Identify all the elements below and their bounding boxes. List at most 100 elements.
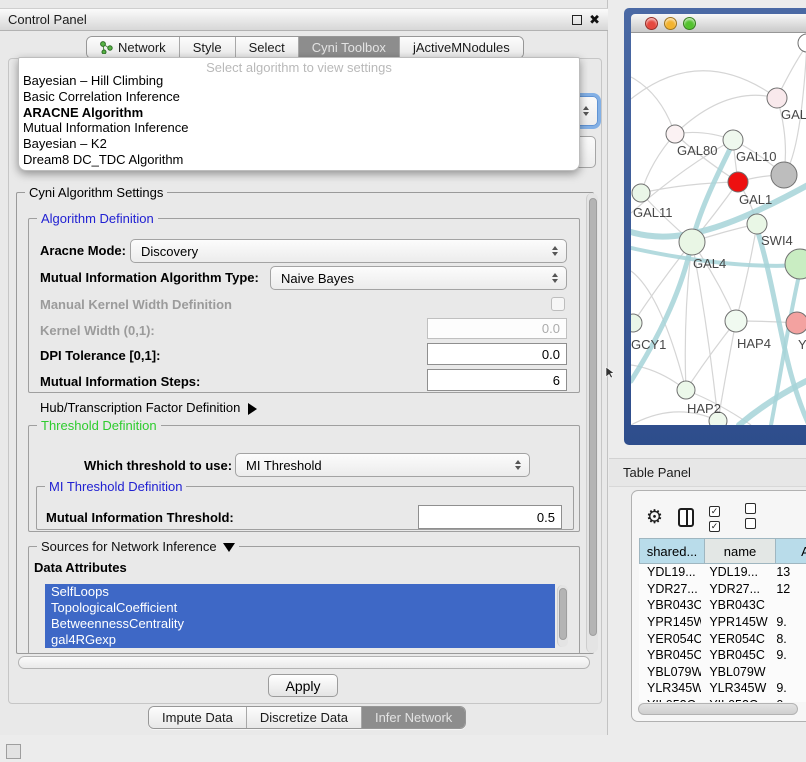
table-row[interactable]: YDL19...YDL19...13 <box>639 564 806 581</box>
bottom-tab-infer-network[interactable]: Infer Network <box>362 707 465 728</box>
mi-steps-field[interactable]: 6 <box>427 369 567 391</box>
column-header-3[interactable]: A <box>776 538 806 564</box>
network-edge[interactable] <box>641 134 675 193</box>
settings-horizontal-scrollbar[interactable] <box>18 656 590 669</box>
network-edge[interactable] <box>675 95 777 134</box>
table-body: YDL19...YDL19...13YDR27...YDR27...12YBR0… <box>639 564 806 702</box>
table-cell: YBR045C <box>639 648 701 662</box>
network-window-titlebar[interactable] <box>631 14 806 33</box>
sources-group-title[interactable]: Sources for Network Inference <box>37 539 239 554</box>
data-attributes-list[interactable]: SelfLoopsTopologicalCoefficientBetweenne… <box>45 584 555 648</box>
manual-kernel-checkbox[interactable] <box>551 297 565 311</box>
apply-button-label: Apply <box>285 678 320 694</box>
network-node-gal[interactable] <box>767 88 787 108</box>
table-horizontal-scrollbar[interactable] <box>638 703 798 715</box>
column-header-1[interactable]: shared... <box>639 538 705 564</box>
attribute-list-item[interactable]: SelfLoops <box>45 584 555 600</box>
minimize-traffic-light-icon[interactable] <box>664 17 677 30</box>
mi-threshold-value: 0.5 <box>537 510 555 525</box>
dropdown-item[interactable]: Bayesian – Hill Climbing <box>19 73 579 89</box>
network-node[interactable] <box>798 34 806 52</box>
bottom-tab-impute-data[interactable]: Impute Data <box>149 707 247 728</box>
table-row[interactable]: YBL079WYBL079W <box>639 664 806 681</box>
which-threshold-combo[interactable]: MI Threshold <box>235 453 530 477</box>
tab-style[interactable]: Style <box>180 37 236 58</box>
zoom-traffic-light-icon[interactable] <box>683 17 696 30</box>
table-cell: YER054C <box>701 632 768 646</box>
which-threshold-value: MI Threshold <box>246 458 322 473</box>
dpi-tolerance-field[interactable]: 0.0 <box>427 343 567 365</box>
dropdown-item[interactable]: Dream8 DC_TDC Algorithm <box>19 152 579 168</box>
hub-definition-expander[interactable]: Hub/Transcription Factor Definition <box>40 400 257 415</box>
tab-network[interactable]: Network <box>87 37 180 58</box>
gear-icon[interactable]: ⚙ <box>646 508 663 527</box>
network-canvas[interactable]: GALGAL80GAL10GAL1GAL11SWI4GAL4GCY1HAP4YH… <box>631 33 806 425</box>
table-cell: 0. <box>768 698 806 702</box>
table-header-row: shared...nameA <box>639 538 806 564</box>
table-row[interactable]: YER054CYER054C8. <box>639 630 806 647</box>
network-edge[interactable] <box>686 321 736 390</box>
network-node-y[interactable] <box>786 312 806 334</box>
network-node-hap2[interactable] <box>677 381 695 399</box>
expander-down-icon <box>223 543 235 552</box>
network-node[interactable] <box>771 162 797 188</box>
columns-icon[interactable] <box>678 508 694 527</box>
table-row[interactable]: YIL052CYIL052C0. <box>639 697 806 702</box>
tab-jactivemnodules[interactable]: jActiveMNodules <box>400 37 523 58</box>
apply-button[interactable]: Apply <box>268 674 338 697</box>
dropdown-item[interactable]: ARACNE Algorithm <box>19 105 579 121</box>
network-node-gal80[interactable] <box>666 125 684 143</box>
network-node-gcy1[interactable] <box>631 314 642 332</box>
attributes-scrollbar[interactable] <box>557 585 568 647</box>
select-all-icon[interactable]: ✓✓ <box>709 502 730 532</box>
network-edge[interactable] <box>631 77 675 134</box>
float-window-icon[interactable] <box>572 15 582 25</box>
table-toolbar: ⚙ ✓✓ <box>646 502 806 532</box>
table-row[interactable]: YLR345WYLR345W9. <box>639 680 806 697</box>
mi-threshold-group-title: MI Threshold Definition <box>45 479 186 494</box>
close-traffic-light-icon[interactable] <box>645 17 658 30</box>
network-node-gal11[interactable] <box>632 184 650 202</box>
table-row[interactable]: YBR045CYBR045C9. <box>639 647 806 664</box>
network-edge[interactable] <box>736 224 757 321</box>
mi-threshold-field[interactable]: 0.5 <box>418 505 562 529</box>
network-node-swi4[interactable] <box>747 214 767 234</box>
kernel-width-field[interactable]: 0.0 <box>427 318 567 339</box>
table-cell: YIL052C <box>701 698 768 702</box>
network-node[interactable] <box>785 249 806 279</box>
algorithm-definition-title: Algorithm Definition <box>37 211 158 226</box>
table-row[interactable]: YBR043CYBR043C <box>639 597 806 614</box>
network-icon <box>100 41 113 54</box>
attribute-list-item[interactable]: TopologicalCoefficient <box>45 600 555 616</box>
tab-label: Style <box>193 40 222 55</box>
deselect-all-icon[interactable] <box>745 502 766 532</box>
network-node-gal1[interactable] <box>728 172 748 192</box>
attribute-list-item[interactable]: BetweennessCentrality <box>45 616 555 632</box>
network-node-gal10[interactable] <box>723 130 743 150</box>
column-header-2[interactable]: name <box>705 538 776 564</box>
network-node-gal4[interactable] <box>679 229 705 255</box>
dropdown-item[interactable]: Basic Correlation Inference <box>19 89 579 105</box>
table-panel-header: Table Panel <box>609 458 806 487</box>
settings-vertical-scrollbar[interactable] <box>586 193 598 653</box>
table-row[interactable]: YPR145WYPR145W9. <box>639 614 806 631</box>
table-cell: YIL052C <box>639 698 701 702</box>
aracne-mode-combo[interactable]: Discovery <box>130 239 567 263</box>
close-icon[interactable]: ✖ <box>589 15 600 25</box>
dropdown-item[interactable]: Bayesian – K2 <box>19 136 579 152</box>
mi-type-value: Naive Bayes <box>281 271 354 286</box>
mi-type-combo[interactable]: Naive Bayes <box>270 266 567 290</box>
stepper-icon <box>515 460 521 470</box>
collapsed-panel-button[interactable] <box>6 744 21 759</box>
attribute-list-item[interactable]: gal4RGexp <box>45 632 555 648</box>
mouse-cursor <box>604 366 616 380</box>
tab-select[interactable]: Select <box>236 37 299 58</box>
dropdown-placeholder: Select algorithm to view settings <box>19 58 579 73</box>
tab-cyni-toolbox[interactable]: Cyni Toolbox <box>299 37 400 58</box>
network-edge[interactable] <box>641 182 738 193</box>
bottom-tab-discretize-data[interactable]: Discretize Data <box>247 707 362 728</box>
network-node-hap4[interactable] <box>725 310 747 332</box>
dropdown-item[interactable]: Mutual Information Inference <box>19 120 579 136</box>
table-panel: ⚙ ✓✓ shared...nameA YDL19...YDL19...13YD… <box>631 490 806 722</box>
table-row[interactable]: YDR27...YDR27...12 <box>639 581 806 598</box>
